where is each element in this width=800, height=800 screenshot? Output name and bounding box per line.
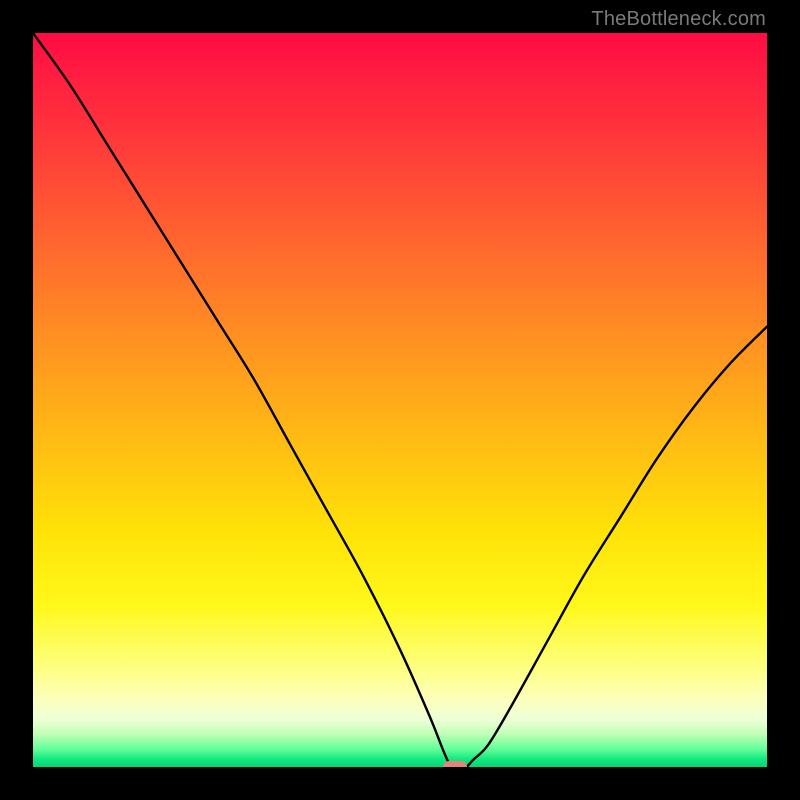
- bottleneck-curve: [33, 33, 767, 767]
- plot-area: [33, 33, 767, 767]
- watermark-label: TheBottleneck.com: [591, 8, 766, 31]
- chart-frame: TheBottleneck.com: [0, 0, 800, 800]
- optimum-marker: [443, 761, 466, 767]
